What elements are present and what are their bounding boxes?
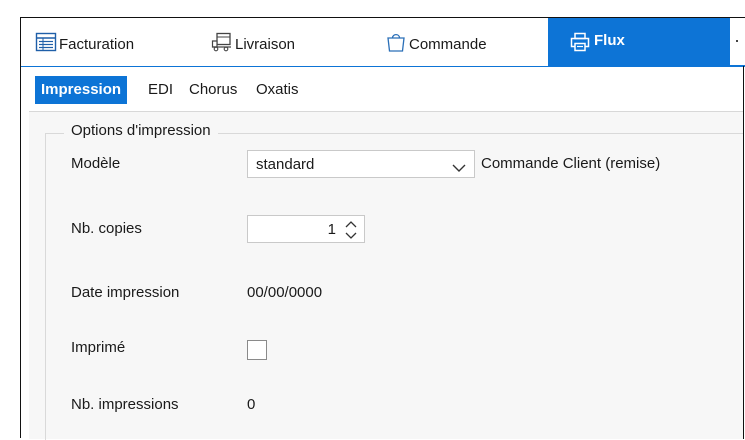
subtab-chorus[interactable]: Chorus xyxy=(189,76,237,104)
tab-flux-label: Flux xyxy=(594,32,625,49)
tab-livraison-label: Livraison xyxy=(235,35,296,53)
tab-facturation-label: Facturation xyxy=(59,35,135,53)
tab-overflow xyxy=(730,18,745,66)
date-impression-label: Date impression xyxy=(71,284,180,301)
modele-select-value: standard xyxy=(256,156,315,173)
window-frame: Facturation Livraison Commande Flux Impr… xyxy=(20,17,745,440)
imprime-label: Imprimé xyxy=(71,339,126,356)
tab-commande-label: Commande xyxy=(409,35,487,53)
tab-facturation[interactable]: Facturation xyxy=(35,32,134,56)
options-panel: Options d'impression Modèle standard Com… xyxy=(29,111,743,440)
sub-tab-bar: Impression EDI Chorus Oxatis xyxy=(21,66,745,111)
copies-stepper[interactable]: 1 xyxy=(247,215,365,243)
invoice-icon xyxy=(35,32,57,56)
nb-impressions-label: Nb. impressions xyxy=(71,396,179,413)
chevron-down-icon xyxy=(452,160,466,172)
nb-impressions-value: 0 xyxy=(247,396,256,413)
date-impression-value: 00/00/0000 xyxy=(247,284,323,301)
copies-value: 1 xyxy=(327,221,336,238)
imprime-checkbox[interactable] xyxy=(247,340,267,360)
group-title: Options d'impression xyxy=(64,122,218,139)
shopping-bag-icon xyxy=(385,31,407,57)
modele-label: Modèle xyxy=(71,155,121,172)
modele-select[interactable]: standard xyxy=(247,150,475,178)
group-border-left xyxy=(45,133,46,440)
tab-commande[interactable]: Commande xyxy=(385,32,487,56)
tab-livraison[interactable]: Livraison xyxy=(211,32,295,56)
spin-arrows-icon[interactable] xyxy=(344,219,358,241)
tab-flux[interactable]: Flux xyxy=(548,18,730,66)
window-right-border xyxy=(743,66,744,439)
modele-description: Commande Client (remise) xyxy=(481,155,661,172)
subtab-oxatis[interactable]: Oxatis xyxy=(256,76,299,104)
copies-label: Nb. copies xyxy=(71,220,142,237)
subtab-impression[interactable]: Impression xyxy=(35,76,128,104)
delivery-icon xyxy=(211,32,233,56)
printer-icon xyxy=(570,32,590,56)
subtab-edi[interactable]: EDI xyxy=(148,76,173,104)
main-tab-bar: Facturation Livraison Commande Flux xyxy=(21,18,745,66)
